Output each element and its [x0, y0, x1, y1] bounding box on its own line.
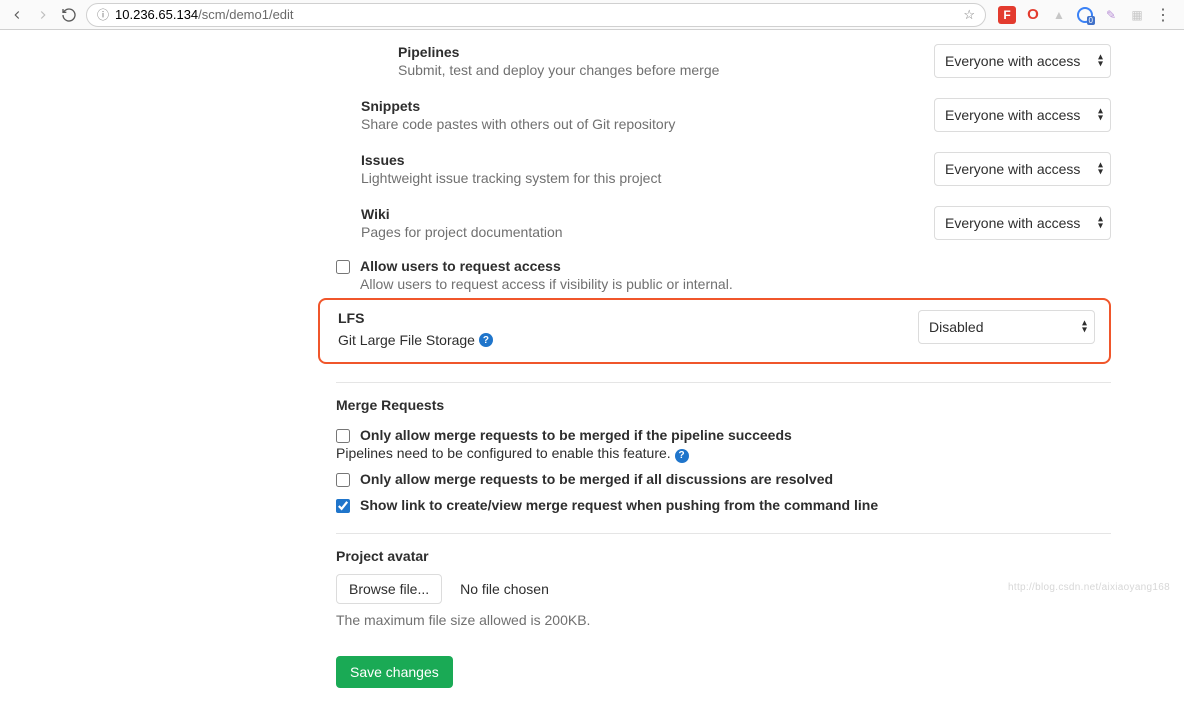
- browser-menu-icon[interactable]: ⋮: [1154, 6, 1172, 24]
- feature-desc: Git Large File Storage: [338, 332, 475, 348]
- request-access-checkbox-row: Allow users to request access: [336, 254, 1111, 276]
- feature-title: Wiki: [361, 206, 934, 222]
- feature-desc: Lightweight issue tracking system for th…: [361, 170, 934, 186]
- issues-visibility-select[interactable]: Everyone with access: [934, 152, 1111, 186]
- feature-title: Pipelines: [398, 44, 934, 60]
- reload-button[interactable]: [60, 6, 78, 24]
- feature-title: Snippets: [361, 98, 934, 114]
- mr-discussions-resolved-checkbox[interactable]: [336, 473, 350, 487]
- help-icon[interactable]: ?: [479, 333, 493, 347]
- checkbox-label: Allow users to request access: [360, 258, 561, 274]
- help-icon[interactable]: ?: [675, 449, 689, 463]
- file-chosen-status: No file chosen: [460, 581, 549, 597]
- extension-icon[interactable]: [1076, 6, 1094, 24]
- back-button[interactable]: [8, 6, 26, 24]
- lfs-select[interactable]: Disabled: [918, 310, 1095, 344]
- divider: [336, 533, 1111, 534]
- mr-show-link-checkbox[interactable]: [336, 499, 350, 513]
- extension-icon[interactable]: ▲: [1050, 6, 1068, 24]
- wiki-visibility-select[interactable]: Everyone with access: [934, 206, 1111, 240]
- site-info-icon[interactable]: ⓘ: [97, 6, 109, 23]
- browse-file-button[interactable]: Browse file...: [336, 574, 442, 604]
- extension-icon[interactable]: F: [998, 6, 1016, 24]
- request-access-checkbox[interactable]: [336, 260, 350, 274]
- feature-desc: Share code pastes with others out of Git…: [361, 116, 934, 132]
- url-host: 10.236.65.134: [115, 7, 198, 22]
- save-changes-button[interactable]: Save changes: [336, 656, 453, 688]
- forward-button[interactable]: [34, 6, 52, 24]
- divider: [336, 382, 1111, 383]
- mr-discussions-checkbox-row: Only allow merge requests to be merged i…: [336, 467, 1111, 489]
- extension-icon[interactable]: ✎: [1102, 6, 1120, 24]
- browser-toolbar: ⓘ 10.236.65.134/scm/demo1/edit ☆ F O ▲ ✎…: [0, 0, 1184, 30]
- feature-desc: Pages for project documentation: [361, 224, 934, 240]
- feature-row-pipelines: Pipelines Submit, test and deploy your c…: [336, 30, 1111, 84]
- feature-row-wiki: Wiki Pages for project documentation Eve…: [336, 192, 1111, 246]
- feature-desc: Submit, test and deploy your changes bef…: [398, 62, 934, 78]
- checkbox-label: Show link to create/view merge request w…: [360, 497, 878, 513]
- extension-icon[interactable]: O: [1024, 6, 1042, 24]
- merge-requests-heading: Merge Requests: [336, 397, 1111, 413]
- checkbox-desc: Allow users to request access if visibil…: [336, 276, 1111, 292]
- checkbox-label: Only allow merge requests to be merged i…: [360, 471, 833, 487]
- lfs-highlight-box: LFS Git Large File Storage ? Disabled: [318, 298, 1111, 364]
- mr-pipeline-checkbox-row: Only allow merge requests to be merged i…: [336, 423, 1111, 445]
- checkbox-desc: Pipelines need to be configured to enabl…: [336, 445, 671, 461]
- checkbox-label: Only allow merge requests to be merged i…: [360, 427, 792, 443]
- bookmark-star-icon[interactable]: ☆: [963, 7, 975, 23]
- pipelines-visibility-select[interactable]: Everyone with access: [934, 44, 1111, 78]
- address-bar[interactable]: ⓘ 10.236.65.134/scm/demo1/edit ☆: [86, 3, 986, 27]
- mr-showlink-checkbox-row: Show link to create/view merge request w…: [336, 493, 1111, 515]
- feature-title: Issues: [361, 152, 934, 168]
- feature-row-snippets: Snippets Share code pastes with others o…: [336, 84, 1111, 138]
- url-path: /scm/demo1/edit: [198, 7, 293, 22]
- snippets-visibility-select[interactable]: Everyone with access: [934, 98, 1111, 132]
- extension-tray: F O ▲ ✎ ▦ ⋮: [994, 6, 1176, 24]
- project-avatar-heading: Project avatar: [336, 548, 1111, 564]
- feature-title: LFS: [338, 310, 918, 326]
- avatar-hint: The maximum file size allowed is 200KB.: [336, 612, 1111, 628]
- mr-pipeline-succeeds-checkbox[interactable]: [336, 429, 350, 443]
- extension-icon[interactable]: ▦: [1128, 6, 1146, 24]
- feature-row-issues: Issues Lightweight issue tracking system…: [336, 138, 1111, 192]
